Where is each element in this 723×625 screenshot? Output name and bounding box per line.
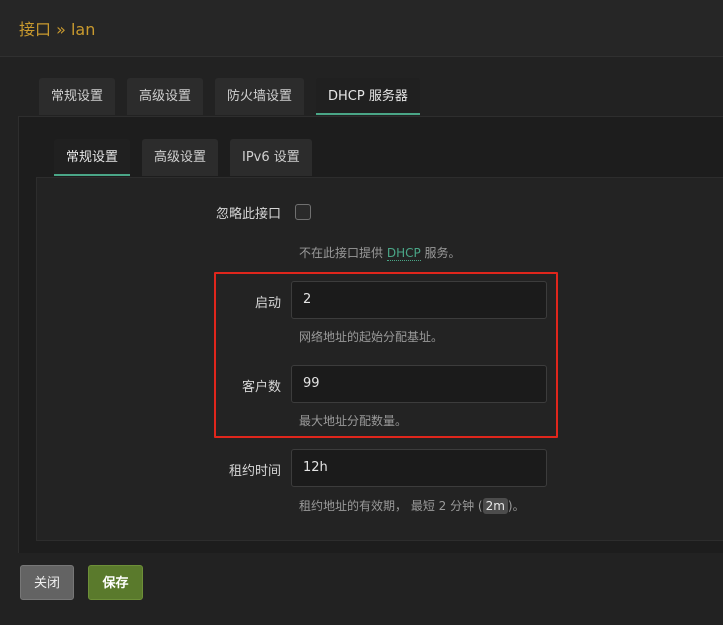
tab-advanced[interactable]: 高级设置 bbox=[127, 78, 204, 115]
subtab-ipv6[interactable]: IPv6 设置 bbox=[230, 139, 312, 176]
ignore-interface-label: 忽略此接口 bbox=[215, 207, 281, 222]
save-button[interactable]: 保存 bbox=[88, 565, 143, 600]
dhcp-abbr: DHCP bbox=[386, 246, 421, 261]
ignore-interface-checkbox[interactable] bbox=[295, 204, 311, 220]
ignore-help-suffix: 服务。 bbox=[420, 246, 461, 260]
leasetime-label: 租约时间 bbox=[228, 464, 281, 479]
highlight-box bbox=[214, 272, 558, 438]
leasetime-help-suffix: )。 bbox=[507, 499, 525, 513]
ignore-interface-help: 不在此接口提供 DHCP 服务。 bbox=[299, 244, 461, 261]
ignore-help-prefix: 不在此接口提供 bbox=[299, 246, 387, 260]
dialog-header: 接口 » lan bbox=[0, 0, 723, 57]
interface-dialog: 接口 » lan 常规设置 高级设置 防火墙设置 DHCP 服务器 常规设置 高… bbox=[0, 0, 723, 625]
tab-dhcp-server[interactable]: DHCP 服务器 bbox=[316, 78, 420, 115]
leasetime-help: 租约地址的有效期， 最短 2 分钟 (2m)。 bbox=[299, 497, 525, 514]
subtab-general[interactable]: 常规设置 bbox=[54, 139, 131, 176]
subtab-advanced[interactable]: 高级设置 bbox=[142, 139, 219, 176]
tab-general[interactable]: 常规设置 bbox=[39, 78, 116, 115]
leasetime-help-code: 2m bbox=[482, 498, 508, 514]
leasetime-help-prefix: 租约地址的有效期， 最短 2 分钟 ( bbox=[299, 499, 483, 513]
close-button[interactable]: 关闭 bbox=[20, 565, 74, 600]
tab-firewall[interactable]: 防火墙设置 bbox=[215, 78, 305, 115]
dialog-title: 接口 » lan bbox=[19, 20, 96, 39]
leasetime-input[interactable]: 12h bbox=[291, 449, 547, 487]
